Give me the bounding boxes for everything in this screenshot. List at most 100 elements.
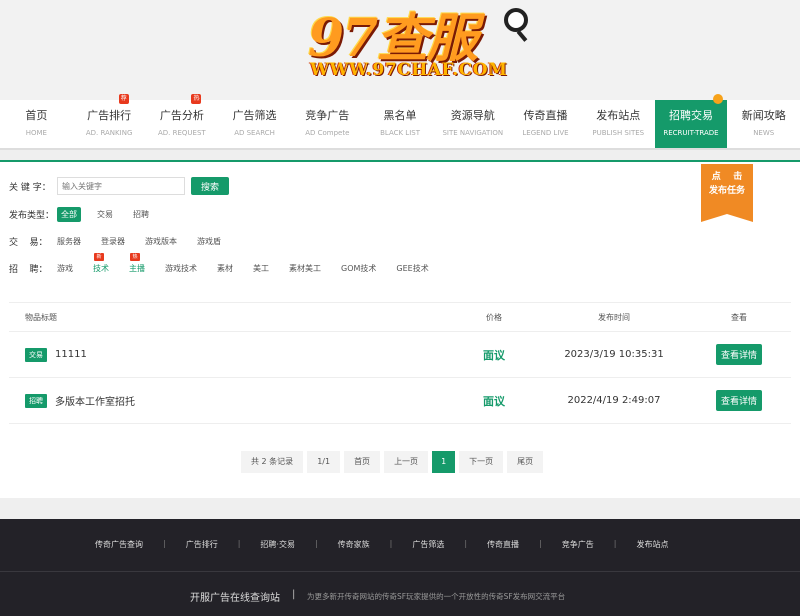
- row-title-cell: 招聘 多版本工作室招托: [9, 393, 449, 408]
- separator: |: [389, 539, 393, 548]
- nav-item-home[interactable]: 首页 HOME: [0, 100, 73, 148]
- footer-link[interactable]: 传奇广告查询: [95, 539, 143, 550]
- row-price: 面议: [483, 348, 505, 362]
- type-option-recruit[interactable]: 招聘: [133, 209, 149, 220]
- recruit-option[interactable]: 游戏: [57, 263, 73, 274]
- nav-sublabel: BLACK LIST: [380, 129, 420, 137]
- footer-link[interactable]: 广告排行: [186, 539, 218, 550]
- publish-task-button[interactable]: 点 击 发布任务: [701, 164, 753, 222]
- footer-link[interactable]: 招聘·交易: [260, 539, 295, 550]
- next-page-button[interactable]: 下一页: [459, 451, 504, 473]
- footer-link[interactable]: 发布站点: [636, 539, 668, 550]
- total-records: 共 2 条记录: [241, 451, 304, 473]
- nav-sublabel: HOME: [25, 129, 47, 137]
- type-tag: 招聘: [25, 393, 47, 408]
- search-button[interactable]: 搜索: [191, 177, 229, 195]
- nav-item-ad-analysis[interactable]: 热 广告分析 AD. REQUEST: [145, 94, 218, 148]
- trade-option[interactable]: 登录器: [101, 236, 125, 247]
- recruit-option[interactable]: GOM技术: [341, 263, 376, 274]
- site-logo[interactable]: 97查服 WWW.97CHAF.COM: [280, 0, 530, 90]
- nav-label: 广告分析: [159, 109, 204, 122]
- main-nav: 首页 HOME 荐 广告排行 AD. RANKING 热 广告分析 AD. RE…: [0, 94, 800, 150]
- type-option-all[interactable]: 全部: [57, 207, 81, 222]
- publish-line2: 发布任务: [708, 186, 745, 196]
- site-header: 97查服 WWW.97CHAF.COM: [0, 0, 800, 100]
- recommend-badge: 荐: [118, 94, 129, 104]
- footer-link[interactable]: 竞争广告: [562, 539, 594, 550]
- type-option-trade[interactable]: 交易: [97, 209, 113, 220]
- recruit-row: 招 聘： 游戏 新技术 热主播 游戏技术 素材 美工 素材美工 GOM技术 GE…: [9, 253, 449, 275]
- header-time: 发布时间: [598, 312, 630, 322]
- nav-item-news[interactable]: 新闻攻略 NEWS: [727, 100, 800, 148]
- row-time: 2022/4/19 2:49:07: [567, 395, 661, 406]
- recruit-option[interactable]: 游戏技术: [165, 263, 197, 274]
- nav-label: 传奇直播: [523, 109, 568, 122]
- logo-url: WWW.97CHAF.COM: [310, 60, 508, 80]
- nav-item-blacklist[interactable]: 黑名单 BLACK LIST: [364, 100, 437, 148]
- separator: |: [292, 589, 296, 600]
- recruit-label: 招 聘：: [9, 265, 48, 275]
- recruit-option[interactable]: 热主播: [129, 253, 145, 274]
- footer-links: 传奇广告查询 | 广告排行 | 招聘·交易 | 传奇家族 | 广告筛选 | 传奇…: [95, 539, 668, 550]
- footer-divider: [0, 571, 800, 572]
- footer-link[interactable]: 传奇家族: [338, 539, 370, 550]
- keyword-row: 关 键 字： 搜索: [9, 177, 229, 195]
- site-footer: 传奇广告查询 | 广告排行 | 招聘·交易 | 传奇家族 | 广告筛选 | 传奇…: [0, 519, 800, 616]
- prev-page-button[interactable]: 上一页: [384, 451, 429, 473]
- table-row: 交易 11111 面议 2023/3/19 10:35:31 查看详情: [9, 332, 791, 378]
- nav-sublabel: LEGEND LIVE: [522, 129, 569, 137]
- view-details-button[interactable]: 查看详情: [715, 390, 762, 411]
- footer-brand: 开服广告在线查询站: [190, 593, 280, 604]
- nav-label: 广告筛选: [232, 109, 277, 122]
- recruit-option[interactable]: GEE技术: [396, 263, 428, 274]
- table-row: 招聘 多版本工作室招托 面议 2022/4/19 2:49:07 查看详情: [9, 378, 791, 424]
- separator: |: [314, 539, 318, 548]
- recruit-option[interactable]: 新技术: [93, 253, 109, 274]
- nav-item-recruit-trade[interactable]: 招聘交易 RECRUIT-TRADE: [654, 94, 728, 148]
- recruit-option[interactable]: 美工: [253, 263, 269, 274]
- last-page-button[interactable]: 尾页: [507, 451, 544, 473]
- nav-sublabel: AD. REQUEST: [157, 129, 206, 137]
- trade-option[interactable]: 服务器: [57, 236, 81, 247]
- nav-item-ad-search[interactable]: 广告筛选 AD SEARCH: [218, 100, 291, 148]
- listing-table: 物品标题 价格 发布时间 查看 交易 11111 面议 2023/3/19 10…: [9, 302, 791, 424]
- nav-sublabel: AD. RANKING: [85, 129, 133, 137]
- recruit-option[interactable]: 素材美工: [289, 263, 321, 274]
- row-view-cell: 查看详情: [689, 390, 789, 411]
- row-title-cell: 交易 11111: [9, 347, 449, 362]
- view-details-button[interactable]: 查看详情: [715, 344, 762, 365]
- nav-label: 新闻攻略: [741, 109, 786, 122]
- footer-link[interactable]: 传奇直播: [487, 539, 519, 550]
- nav-item-publish-sites[interactable]: 发布站点 PUBLISH SITES: [582, 100, 655, 148]
- first-page-button[interactable]: 首页: [344, 451, 381, 473]
- trade-option[interactable]: 游戏版本: [145, 236, 177, 247]
- nav-sublabel: RECRUIT-TRADE: [663, 129, 719, 137]
- recruit-option-label: 技术: [93, 264, 109, 273]
- nav-item-site-navigation[interactable]: 资源导航 SITE NAVIGATION: [436, 100, 509, 148]
- row-time: 2023/3/19 10:35:31: [564, 349, 664, 360]
- row-title[interactable]: 11111: [55, 349, 87, 360]
- trade-option[interactable]: 游戏盾: [197, 236, 221, 247]
- new-badge: 新: [94, 253, 104, 261]
- header-price: 价格: [486, 312, 502, 322]
- magnifier-icon: [504, 8, 528, 32]
- nav-item-legend-live[interactable]: 传奇直播 LEGEND LIVE: [509, 100, 582, 148]
- nav-label: 黑名单: [383, 109, 417, 122]
- nav-item-ad-ranking[interactable]: 荐 广告排行 AD. RANKING: [73, 94, 146, 148]
- keyword-input[interactable]: [57, 177, 185, 195]
- footer-link[interactable]: 广告筛选: [412, 539, 444, 550]
- nav-sublabel: AD SEARCH: [234, 129, 275, 137]
- recruit-option[interactable]: 素材: [217, 263, 233, 274]
- trade-row: 交 易： 服务器 登录器 游戏版本 游戏盾: [9, 235, 241, 248]
- row-title[interactable]: 多版本工作室招托: [55, 393, 135, 408]
- type-row: 发布类型： 全部 交易 招聘: [9, 207, 169, 222]
- nav-sublabel: NEWS: [753, 129, 775, 137]
- nav-item-ad-compete[interactable]: 竞争广告 AD Compete: [291, 100, 364, 148]
- separator: |: [613, 539, 617, 548]
- nav-label: 广告排行: [87, 109, 132, 122]
- nav-sublabel: AD Compete: [305, 129, 350, 137]
- publish-line1: 点 击: [711, 172, 743, 182]
- hot-badge: 热: [191, 94, 202, 104]
- current-page[interactable]: 1: [432, 451, 456, 473]
- page-count: 1/1: [307, 451, 341, 473]
